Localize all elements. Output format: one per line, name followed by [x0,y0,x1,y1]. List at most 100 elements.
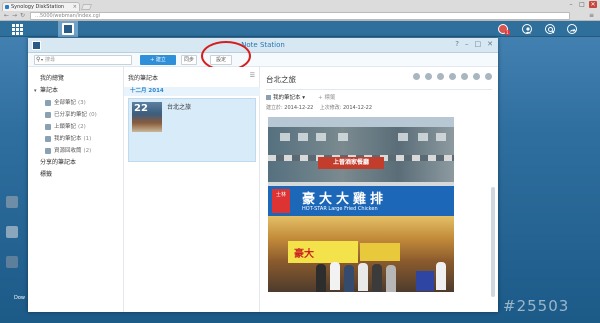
window-titlebar[interactable]: Note Station ? – □ ✕ [28,38,498,53]
photo-red-sign: 上晉酒家餐廳 [318,157,384,169]
more-icon[interactable] [473,73,480,80]
created-label: 建立於: [266,105,283,111]
forward-arrow-icon[interactable]: → [12,12,17,19]
note-list-header: 我的筆記本 [128,75,159,82]
notebook-selector[interactable]: 我的筆記本 ▾ [266,93,305,101]
main-menu-grid-icon[interactable] [11,23,23,35]
create-button[interactable]: + 建立 [140,55,176,65]
sidebar-item-all-notes[interactable]: 全部筆記 (3) [28,97,123,109]
note-title: 台北之旅 [167,104,192,111]
photo-red-box: 士林 [272,189,290,213]
browser-tab[interactable]: Synology DiskStation × [2,2,80,11]
search-icon: ⚲ [36,56,41,63]
sidebar-item-shared-notes[interactable]: 已分享的筆記 (0) [28,109,123,121]
delete-icon[interactable] [485,73,492,80]
minimize-button[interactable]: – [567,1,575,8]
desktop-app-icon[interactable] [6,196,18,208]
photo-sign-subtext: HOT-STAR Large Fried Chicken [302,206,378,212]
sidebar-item-label: 已分享的筆記 [54,112,88,118]
sidebar-item-label: 標籤 [40,171,53,178]
lock-icon[interactable] [413,73,420,80]
new-tab-button[interactable] [80,4,93,10]
sidebar-item-label: 分享的筆記本 [40,159,77,166]
maximize-button[interactable]: □ [578,1,586,8]
help-button[interactable]: ? [455,40,459,48]
sidebar-item-tags[interactable]: 標籤 [28,169,123,181]
notebook-icon [266,95,271,100]
collapse-triangle-icon[interactable]: ▾ [34,85,37,97]
trash-icon [45,148,51,154]
print-icon[interactable] [461,73,468,80]
search-icon[interactable] [545,24,555,34]
add-tag-button[interactable]: + 標籤 [318,93,335,101]
photo-building [268,127,454,182]
address-bar[interactable]: …5000/webman/index.cgi [30,12,570,20]
info-icon[interactable] [449,73,456,80]
window-title: Note Station [241,41,285,49]
maximize-button[interactable]: □ [475,40,482,48]
user-icon[interactable] [522,24,532,34]
thumbnail-day: 22 [134,103,148,114]
sidebar-item-label: 全部筆記 [54,100,77,106]
sidebar-item-count: (2) [78,124,86,130]
window-controls: – □ ✕ [567,1,597,8]
note-viewer: 台北之旅 我的筆記本 ▾ + 標籤 建立於: 2014-12-22 上次修改: … [260,67,498,312]
favicon-icon [5,5,9,9]
sort-icon[interactable]: ☰ [250,72,255,79]
created-date: 2014-12-22 [284,105,314,111]
list-item[interactable]: 22 台北之旅 [128,98,256,162]
browser-menu-icon[interactable]: ≡ [589,12,594,19]
close-window-button[interactable]: ✕ [589,1,597,8]
note-photo[interactable]: 上晉酒家餐廳 士林 豪大大雞排 HOT-STAR Large Fried Chi… [268,117,454,292]
sidebar-item-count: (3) [78,100,86,106]
photo-blue-sign: 士林 豪大大雞排 HOT-STAR Large Fried Chicken [268,186,454,216]
close-button[interactable]: ✕ [487,40,493,48]
search-placeholder: 搜尋 [45,57,56,63]
search-input[interactable]: ⚲ ▾ 搜尋 [34,55,132,65]
shared-notes-icon [45,112,51,118]
search-dropdown-icon[interactable]: ▾ [41,56,43,64]
modified-date: 2014-12-22 [342,105,373,111]
sidebar-item-my-notebook[interactable]: 我的筆記本 (1) [28,133,123,145]
photo-sign-text: 豪大大雞排 [302,192,388,207]
note-thumbnail: 22 [132,102,162,132]
sidebar-item-shared-notebooks[interactable]: 分享的筆記本 [28,157,123,169]
sidebar-item-count: (1) [83,136,92,142]
browser-chrome: Synology DiskStation × – □ ✕ ← → ↻ …5000… [0,0,600,21]
sidebar-item-recycle-bin[interactable]: 資源回收筒 (2) [28,145,123,157]
note-title-heading[interactable]: 台北之旅 [266,74,296,85]
sidebar-item-label: 筆記本 [40,87,59,94]
watermark: #25503 [503,297,570,315]
note-meta: 建立於: 2014-12-22 上次修改: 2014-12-22 [266,104,372,111]
note-list: 我的筆記本 ☰ 十二月 2014 22 台北之旅 [124,67,260,312]
notification-badge: 1 [505,30,510,35]
notebook-name: 我的筆記本 [273,95,301,101]
sidebar-item-count: (0) [89,112,97,118]
desktop-icon-label: Dow [14,295,25,301]
reload-icon[interactable]: ↻ [20,12,25,19]
minimize-button[interactable]: – [465,40,469,48]
shortcut-icon[interactable] [425,73,432,80]
dsm-taskbar: 1 [0,21,600,37]
sync-button[interactable]: 同步 [181,55,197,65]
widgets-icon[interactable] [567,24,577,34]
sidebar-item-label: 我的筆記本 [54,136,82,142]
sidebar-item-overview[interactable]: 我的總覽 [28,73,123,85]
back-arrow-icon[interactable]: ← [4,12,9,19]
photo-shop-banner: 豪大 [288,241,358,263]
sidebar-item-locked-notes[interactable]: 上鎖筆記 (2) [28,121,123,133]
sidebar: 我的總覽 ▾ 筆記本 全部筆記 (3) 已分享的筆記 (0) 上鎖筆記 (2) 我的筆… [28,67,124,312]
scrollbar[interactable] [491,187,495,297]
sidebar-item-label: 我的總覽 [40,75,65,82]
share-icon[interactable] [437,73,444,80]
desktop-app-icon[interactable] [6,256,18,268]
sidebar-item-count: (2) [83,148,92,154]
close-tab-icon[interactable]: × [73,3,77,11]
desktop-app-icon[interactable] [6,226,18,238]
browser-tab-title: Synology DiskStation [11,4,65,10]
sidebar-item-notebooks[interactable]: ▾ 筆記本 [28,85,123,97]
notes-icon [45,100,51,106]
note-station-app-icon[interactable] [62,23,74,35]
divider [266,89,492,90]
month-group-header: 十二月 2014 [124,87,260,96]
